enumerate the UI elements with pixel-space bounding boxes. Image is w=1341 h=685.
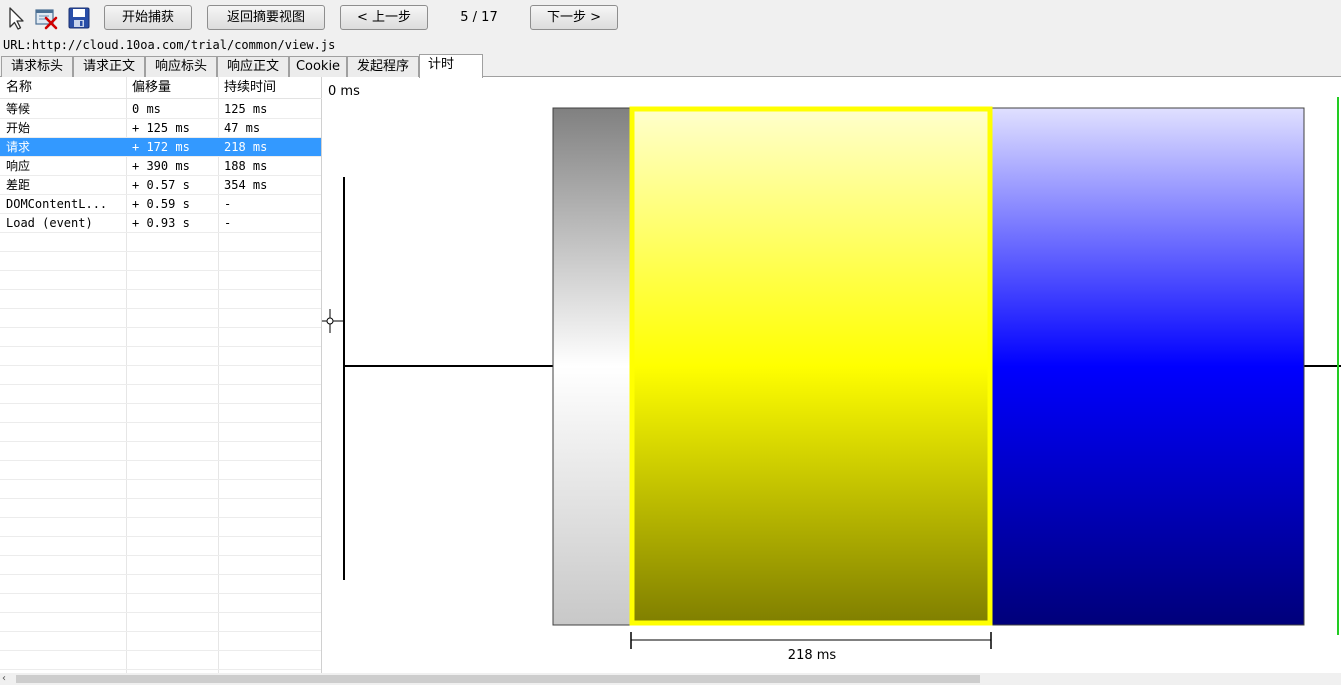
request-segment-selected[interactable] <box>629 106 993 626</box>
crosshair-cursor-icon <box>322 309 344 333</box>
tab-initiator[interactable]: 发起程序 <box>347 56 419 77</box>
cell-name: 响应 <box>6 159 31 173</box>
empty-row <box>0 651 321 670</box>
empty-row <box>0 309 321 328</box>
empty-row <box>0 233 321 252</box>
empty-row <box>0 480 321 499</box>
horizontal-scrollbar[interactable]: ‹ <box>0 673 1341 685</box>
cell-duration: 125 ms <box>224 102 268 116</box>
timing-chart: 0 ms 218 ms <box>322 77 1341 673</box>
empty-row <box>0 537 321 556</box>
cell-name: 等候 <box>6 102 31 116</box>
column-header-duration[interactable]: 持续时间 <box>218 77 321 99</box>
toolbar: 开始捕获 返回摘要视图 < 上一步 5 / 17 下一步 > <box>0 0 1341 36</box>
empty-row <box>0 366 321 385</box>
empty-row <box>0 271 321 290</box>
empty-row <box>0 252 321 271</box>
cell-duration: 218 ms <box>224 140 268 154</box>
timing-table: 名称 偏移量 持续时间 等候 0 ms 125 ms 开始 + 125 ms 4… <box>0 77 322 673</box>
tab-timing[interactable]: 计时 <box>419 54 483 78</box>
next-button[interactable]: 下一步 > <box>530 5 618 30</box>
cell-offset: + 0.57 s <box>132 178 190 192</box>
cell-offset: + 125 ms <box>132 121 190 135</box>
selected-duration-label: 218 ms <box>787 648 837 663</box>
clear-capture-icon[interactable] <box>34 6 58 30</box>
cell-name: 差距 <box>6 178 31 192</box>
timing-chart-canvas <box>322 97 1341 649</box>
table-row[interactable]: 响应 + 390 ms 188 ms <box>0 157 321 176</box>
empty-row <box>0 423 321 442</box>
back-to-summary-button[interactable]: 返回摘要视图 <box>207 5 325 30</box>
request-counter: 5 / 17 <box>460 10 498 25</box>
cell-duration: - <box>224 216 232 230</box>
empty-row <box>0 385 321 404</box>
empty-row <box>0 632 321 651</box>
empty-row <box>0 594 321 613</box>
cell-offset: + 0.59 s <box>132 197 190 211</box>
pointer-icon[interactable] <box>4 6 28 30</box>
table-row[interactable]: Load (event) + 0.93 s - <box>0 214 321 233</box>
cell-name: DOMContentL... <box>6 197 108 211</box>
empty-row <box>0 404 321 423</box>
empty-row <box>0 518 321 537</box>
cell-duration: 188 ms <box>224 159 268 173</box>
table-row[interactable]: 开始 + 125 ms 47 ms <box>0 119 321 138</box>
save-icon[interactable] <box>67 6 91 30</box>
empty-row <box>0 613 321 632</box>
tab-request-headers[interactable]: 请求标头 <box>1 56 73 77</box>
cell-offset: + 172 ms <box>132 140 190 154</box>
empty-row <box>0 499 321 518</box>
tab-response-headers[interactable]: 响应标头 <box>145 56 217 77</box>
start-capture-button[interactable]: 开始捕获 <box>104 5 192 30</box>
cell-duration: 47 ms <box>224 121 261 135</box>
cell-name: 请求 <box>6 140 31 154</box>
start-segment[interactable] <box>552 107 632 626</box>
empty-row <box>0 461 321 480</box>
empty-row <box>0 290 321 309</box>
response-segment[interactable] <box>990 107 1305 626</box>
cell-offset: + 390 ms <box>132 159 190 173</box>
detail-tabs: 请求标头 请求正文 响应标头 响应正文 Cookie 发起程序 计时 <box>0 54 1341 78</box>
cell-name: 开始 <box>6 121 31 135</box>
column-header-name[interactable]: 名称 <box>0 77 126 99</box>
tab-response-body[interactable]: 响应正文 <box>217 56 289 77</box>
cell-offset: + 0.93 s <box>132 216 190 230</box>
table-row[interactable]: 差距 + 0.57 s 354 ms <box>0 176 321 195</box>
cell-name: Load (event) <box>6 216 93 230</box>
table-row[interactable]: DOMContentL... + 0.59 s - <box>0 195 321 214</box>
cell-offset: 0 ms <box>132 102 161 116</box>
empty-row <box>0 442 321 461</box>
previous-button[interactable]: < 上一步 <box>340 5 428 30</box>
empty-row <box>0 556 321 575</box>
empty-row <box>0 328 321 347</box>
empty-row <box>0 575 321 594</box>
scroll-left-icon[interactable]: ‹ <box>2 673 12 685</box>
table-row[interactable]: 等候 0 ms 125 ms <box>0 100 321 119</box>
url-label: URL:http://cloud.10oa.com/trial/common/v… <box>0 36 1341 54</box>
table-row-selected[interactable]: 请求 + 172 ms 218 ms <box>0 138 321 157</box>
tab-request-body[interactable]: 请求正文 <box>73 56 145 77</box>
empty-row <box>0 347 321 366</box>
tab-cookie[interactable]: Cookie <box>289 56 347 77</box>
cell-duration: - <box>224 197 232 211</box>
column-header-offset[interactable]: 偏移量 <box>126 77 218 99</box>
scrollbar-thumb[interactable] <box>16 675 980 683</box>
table-header: 名称 偏移量 持续时间 <box>0 77 322 99</box>
cell-duration: 354 ms <box>224 178 268 192</box>
